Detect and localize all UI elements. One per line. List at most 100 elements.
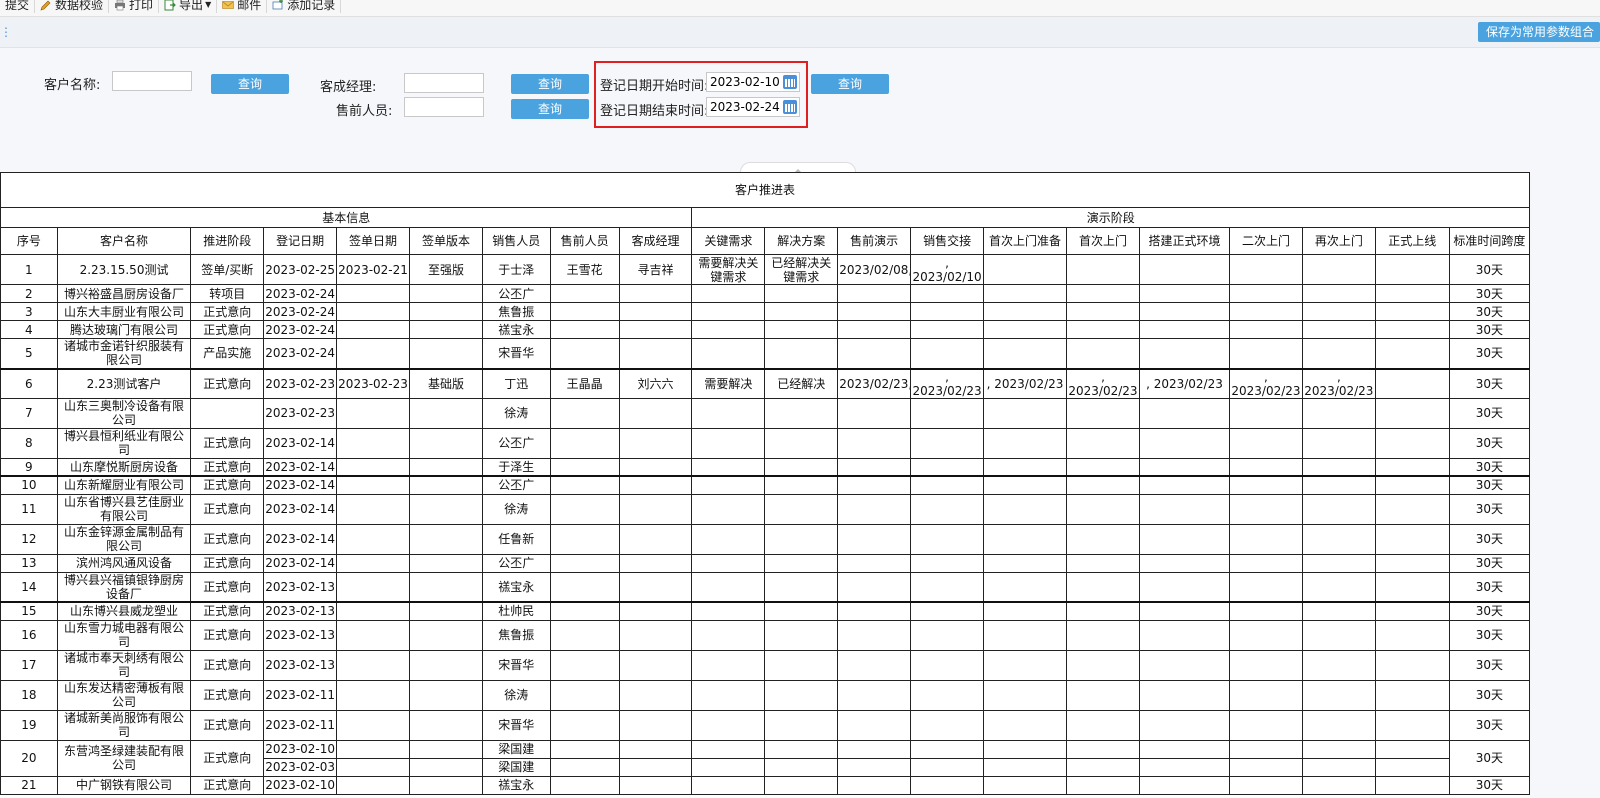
column-header: 推进阶段 [190,227,265,255]
presales-input[interactable] [404,97,484,117]
table-cell [549,475,620,495]
table-cell [764,553,839,573]
table-cell: 2023-02-24 [263,320,338,339]
table-cell: 诸城新美尚服饰有限公司 [56,709,192,741]
group-basic-info: 基本信息 [0,207,693,228]
table-cell [1301,601,1376,621]
table-cell [618,679,693,711]
table-cell: 30天 [1448,427,1530,459]
table-cell [618,397,693,429]
table-cell: 15 [0,601,58,621]
export-button[interactable]: 导出 ▼ [159,0,218,13]
table-cell [1374,320,1450,339]
table-cell: 11 [0,493,58,525]
table-row: 2 博兴裕盛昌厨房设备厂 转项目 2023-02-24 公丕广 30天 [0,284,1530,303]
table-cell [764,649,839,681]
table-cell [1066,523,1140,555]
table-cell: 正式意向 [190,679,265,711]
table-cell [983,320,1068,339]
table-cell [1374,601,1450,621]
customer-name-input[interactable] [112,71,192,91]
secondary-bar: ⋮ 保存为常用参数组合 [0,17,1600,48]
table-cell [691,284,766,303]
table-cell: 徐涛 [481,397,551,429]
table-cell [764,619,839,651]
table-cell [910,757,985,777]
table-cell [910,493,985,525]
table-row: 10 山东新耀厨业有限公司 正式意向 2023-02-14 公丕广 30天 [0,475,1530,495]
table-cell [1301,679,1376,711]
table-cell: 30天 [1448,367,1530,399]
table-cell [691,709,766,741]
table-cell [983,649,1068,681]
date-query-button[interactable]: 查询 [811,74,889,94]
table-cell: 产品实施 [190,338,265,369]
data-validate-button[interactable]: 数据校验 [35,0,110,13]
table-cell [409,709,483,741]
table-cell: 山东摩悦斯厨房设备 [56,457,192,477]
table-cell [1374,284,1450,303]
table-cell: , 2023/02/23 [983,367,1068,399]
table-cell [983,284,1068,303]
table-cell [910,457,985,477]
table-cell: 正式意向 [190,320,265,339]
column-header: 标准时间跨度 [1448,227,1530,255]
table-cell [336,553,410,573]
table-cell [764,302,839,321]
table-cell: 30天 [1448,775,1530,795]
table-cell [1374,553,1450,573]
table-cell [1229,397,1303,429]
table-cell [837,302,912,321]
table-cell: 公丕广 [481,427,551,459]
table-cell [1301,775,1376,795]
table-cell [336,601,410,621]
save-params-button[interactable]: 保存为常用参数组合 [1478,22,1600,42]
table-cell: 30天 [1448,475,1530,495]
table-cell [618,493,693,525]
table-cell [336,523,410,555]
table-cell: 东营鸿圣绿建装配有限公司 [56,739,192,777]
table-row: 8 博兴县恒利纸业有限公司 正式意向 2023-02-14 公丕广 30天 [0,427,1530,459]
table-cell [1229,619,1303,651]
table-cell: 正式意向 [190,775,265,795]
manager-query-button[interactable]: 查询 [511,74,589,94]
table-cell [691,302,766,321]
table-cell: 博兴县兴福镇银铮厨房设备厂 [56,571,192,603]
table-cell: 正式意向 [190,649,265,681]
table-cell [409,553,483,573]
table-cell [1374,571,1450,603]
success-manager-input[interactable] [404,73,484,93]
table-cell [1374,739,1450,759]
submit-button[interactable]: 提交 [0,0,36,13]
customer-query-button[interactable]: 查询 [211,74,289,94]
presales-query-button[interactable]: 查询 [511,99,589,119]
table-cell [336,320,410,339]
table-cell [1066,493,1140,525]
table-cell [764,338,839,369]
table-cell [691,571,766,603]
mail-button[interactable]: 邮件 [217,0,268,13]
drag-handle-icon[interactable]: ⋮ [0,25,12,39]
table-cell [336,739,410,759]
table-cell: 2023-02-13 [263,601,338,621]
table-cell: , 2023/02/10 [910,254,985,285]
table-cell: 7 [0,397,58,429]
table-cell [691,320,766,339]
print-button[interactable]: 打印 [109,0,160,13]
column-header: 签单日期 [336,227,410,255]
table-cell [1138,493,1231,525]
table-cell: 已经解决 [764,367,839,399]
table-cell [549,397,620,429]
table-cell: 19 [0,709,58,741]
table-cell: 山东新耀厨业有限公司 [56,475,192,495]
table-cell [764,571,839,603]
add-record-button[interactable]: 添加记录 [267,0,342,13]
table-cell [983,619,1068,651]
table-cell [549,493,620,525]
table-cell [618,709,693,741]
table-cell [1138,254,1231,285]
column-header: 首次上门 [1066,227,1140,255]
table-cell [983,775,1068,795]
table-cell [837,493,912,525]
customer-name-label: 客户名称: [44,78,101,93]
